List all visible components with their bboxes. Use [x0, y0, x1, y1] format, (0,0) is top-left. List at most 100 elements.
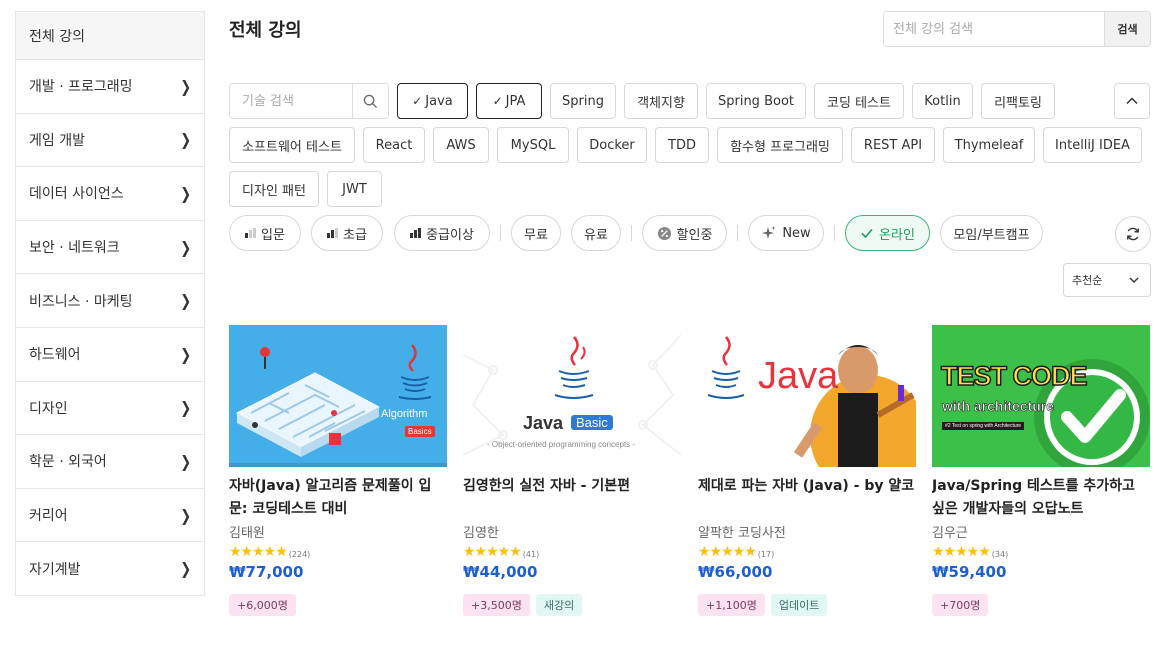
filter-new[interactable]: New [748, 215, 824, 251]
search-icon[interactable] [352, 84, 388, 118]
sidebar-item-security[interactable]: 보안 · 네트워크 ❯ [16, 219, 204, 274]
check-icon: ✓ [412, 94, 423, 108]
rating-count: (41) [522, 549, 540, 559]
filter-discount[interactable]: 할인중 [642, 215, 727, 251]
course-card[interactable]: TEST CODE with architecture #2 Test on s… [932, 325, 1150, 616]
course-thumbnail[interactable]: Java Basic - Object-oriented programming… [463, 325, 681, 467]
skill-search-input[interactable] [230, 84, 352, 118]
course-badges: +6,000명 [229, 594, 447, 616]
course-card[interactable]: Java 제대로 파는 자바 (Java) - by 얄코 얄팍한 코딩사전 ★… [698, 325, 916, 616]
course-rating: ★★★★★ (41) [463, 543, 681, 561]
course-price: ₩44,000 [463, 563, 538, 581]
filter-online[interactable]: 온라인 [845, 215, 930, 251]
tag-thymeleaf[interactable]: Thymeleaf [943, 127, 1035, 163]
course-title[interactable]: 제대로 파는 자바 (Java) - by 얄코 [698, 475, 916, 521]
course-search: 검색 [883, 11, 1151, 47]
updated-badge: 업데이트 [770, 594, 828, 616]
sidebar-item-design[interactable]: 디자인 ❯ [16, 380, 204, 435]
search-button[interactable]: 검색 [1104, 12, 1150, 46]
sidebar-item-all[interactable]: 전체 강의 [16, 12, 204, 59]
thumbnail-footer [229, 463, 447, 467]
course-thumbnail[interactable]: Algorithm Basics [229, 325, 447, 467]
tag-design-pattern[interactable]: 디자인 패턴 [229, 171, 319, 207]
filter-elementary[interactable]: 초급 [311, 215, 383, 251]
level-bars-icon [327, 228, 339, 238]
tag-rest-api[interactable]: REST API [851, 127, 935, 163]
tag-software-test[interactable]: 소프트웨어 테스트 [229, 127, 355, 163]
tag-oop[interactable]: 객체지향 [624, 83, 698, 119]
course-title[interactable]: 자바(Java) 알고리즘 문제풀이 입문: 코딩테스트 대비 [229, 475, 447, 521]
tag-functional[interactable]: 함수형 프로그래밍 [717, 127, 843, 163]
sidebar-item-academic[interactable]: 학문 · 외국어 ❯ [16, 434, 204, 488]
course-rating: ★★★★★ (34) [932, 543, 1150, 561]
sidebar-item-game[interactable]: 게임 개발 ❯ [16, 112, 204, 167]
collapse-tags-button[interactable] [1114, 83, 1150, 119]
tag-docker[interactable]: Docker [577, 127, 647, 163]
tag-spring-boot[interactable]: Spring Boot [706, 83, 806, 119]
filter-beginner[interactable]: 입문 [229, 215, 301, 251]
tag-spring[interactable]: Spring [550, 83, 616, 119]
tag-react[interactable]: React [363, 127, 425, 163]
thumbnail-text: TEST CODE [940, 360, 1088, 392]
tag-jpa[interactable]: ✓ JPA [476, 83, 542, 119]
tag-tdd[interactable]: TDD [655, 127, 709, 163]
course-badges: +700명 [932, 594, 1150, 616]
filter-label: 온라인 [879, 227, 915, 243]
course-card[interactable]: Algorithm Basics 자바(Java) 알고리즘 문제풀이 입문: … [229, 325, 447, 616]
sidebar-item-hardware[interactable]: 하드웨어 ❯ [16, 326, 204, 381]
chevron-right-icon: ❯ [179, 291, 191, 311]
tag-intellij[interactable]: IntelliJ IDEA [1043, 127, 1142, 163]
sidebar-item-label: 보안 · 네트워크 [29, 240, 120, 257]
course-price: ₩66,000 [698, 563, 773, 581]
tag-label: Java [425, 93, 453, 109]
sidebar-item-business[interactable]: 비즈니스 · 마케팅 ❯ [16, 273, 204, 327]
tag-java[interactable]: ✓ Java [397, 83, 468, 119]
course-price: ₩77,000 [229, 563, 304, 581]
course-price: ₩59,400 [932, 563, 1007, 581]
course-card[interactable]: Java Basic - Object-oriented programming… [463, 325, 681, 616]
sidebar-item-label: 커리어 [29, 508, 68, 525]
divider [631, 225, 632, 241]
thumbnail-subtext: with architecture [942, 398, 1055, 415]
course-instructor: 김영한 [463, 526, 499, 541]
tag-kotlin[interactable]: Kotlin [912, 83, 973, 119]
course-thumbnail[interactable]: Java [698, 325, 916, 467]
sidebar-item-data[interactable]: 데이터 사이언스 ❯ [16, 166, 204, 220]
tag-aws[interactable]: AWS [433, 127, 489, 163]
sidebar-item-career[interactable]: 커리어 ❯ [16, 487, 204, 542]
chevron-up-icon [1126, 97, 1138, 105]
sidebar-item-self-dev[interactable]: 자기계발 ❯ [16, 541, 204, 595]
discount-icon [657, 226, 671, 240]
sort-select[interactable]: 추천순 [1063, 263, 1151, 297]
course-title[interactable]: Java/Spring 테스트를 추가하고 싶은 개발자들의 오답노트 [932, 475, 1150, 521]
filter-free[interactable]: 무료 [511, 215, 561, 251]
tag-mysql[interactable]: MySQL [497, 127, 569, 163]
students-badge: +1,100명 [698, 594, 765, 616]
course-search-input[interactable] [884, 12, 1104, 46]
sidebar-item-dev[interactable]: 개발 · 프로그래밍 ❯ [16, 59, 204, 113]
star-rating-icon: ★★★★★ [932, 544, 991, 560]
filter-paid[interactable]: 유료 [571, 215, 621, 251]
reset-filters-button[interactable] [1115, 216, 1151, 252]
course-instructor: 김우근 [932, 526, 968, 541]
filter-intermediate[interactable]: 중급이상 [394, 215, 490, 251]
sidebar-item-label: 학문 · 외국어 [29, 454, 107, 471]
students-badge: +6,000명 [229, 594, 296, 616]
tag-refactoring[interactable]: 리팩토링 [981, 83, 1055, 119]
tag-coding-test[interactable]: 코딩 테스트 [814, 83, 904, 119]
tag-label: JPA [505, 93, 526, 109]
course-title[interactable]: 김영한의 실전 자바 - 기본편 [463, 475, 681, 521]
sidebar-item-label: 전체 강의 [29, 28, 85, 45]
tag-jwt[interactable]: JWT [327, 171, 382, 207]
course-rating: ★★★★★ (224) [229, 543, 447, 561]
rating-count: (17) [757, 549, 775, 559]
chevron-right-icon: ❯ [179, 130, 191, 150]
sort-label: 추천순 [1072, 274, 1103, 287]
new-course-badge: 새강의 [535, 594, 583, 616]
course-thumbnail[interactable]: TEST CODE with architecture #2 Test on s… [932, 325, 1150, 467]
filter-bootcamp[interactable]: 모임/부트캠프 [940, 215, 1043, 251]
sidebar-item-label: 데이터 사이언스 [29, 186, 124, 203]
filter-label: 할인중 [676, 227, 713, 243]
filter-label: 초급 [343, 227, 367, 243]
sidebar-item-label: 개발 · 프로그래밍 [29, 79, 133, 96]
